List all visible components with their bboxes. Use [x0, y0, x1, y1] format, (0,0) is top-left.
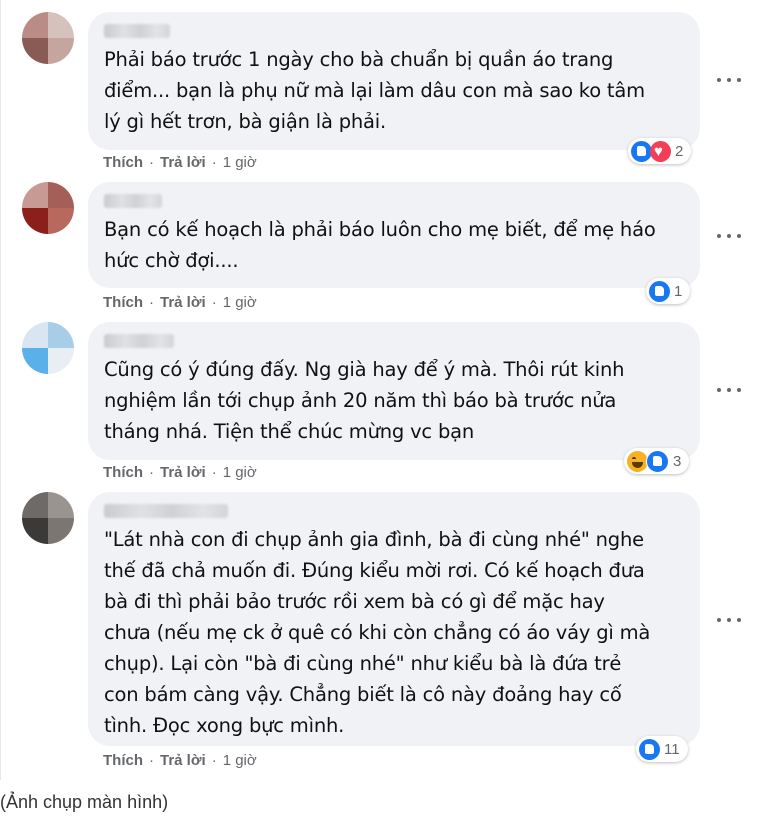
- separator: ·: [149, 294, 154, 311]
- comment-text: Bạn có kế hoạch là phải báo luôn cho mẹ …: [104, 218, 656, 272]
- reply-link[interactable]: Trả lời: [160, 752, 206, 769]
- comment-actions: Thích · Trả lời · 1 giờ: [103, 154, 257, 171]
- reaction-count: 3: [673, 452, 682, 470]
- more-options-icon[interactable]: [717, 382, 741, 398]
- like-icon: [631, 140, 652, 162]
- reaction-summary[interactable]: 2: [628, 138, 692, 164]
- comment-bubble: Phải báo trước 1 ngày cho bà chuẩn bị qu…: [88, 12, 700, 150]
- reply-link[interactable]: Trả lời: [160, 294, 206, 311]
- author-name-blurred[interactable]: [104, 24, 170, 38]
- timestamp[interactable]: 1 giờ: [223, 752, 257, 769]
- author-name-blurred[interactable]: [104, 194, 162, 208]
- more-options-icon[interactable]: [717, 612, 741, 628]
- comment-actions: Thích · Trả lời · 1 giờ: [103, 464, 257, 481]
- comment-text: "Lát nhà con đi chụp ảnh gia đình, bà đi…: [104, 528, 651, 737]
- screenshot-caption: (Ảnh chụp màn hình): [0, 792, 169, 812]
- comment-bubble: Bạn có kế hoạch là phải báo luôn cho mẹ …: [88, 182, 700, 288]
- separator: ·: [211, 752, 217, 769]
- reaction-count: 1: [674, 282, 683, 300]
- like-icon: [649, 280, 670, 302]
- separator: ·: [211, 154, 217, 171]
- more-options-icon[interactable]: [717, 228, 741, 244]
- separator: ·: [211, 294, 217, 311]
- love-icon: [650, 140, 671, 162]
- reply-link[interactable]: Trả lời: [160, 154, 206, 171]
- like-link[interactable]: Thích: [103, 294, 143, 311]
- reaction-count: 2: [675, 142, 684, 160]
- reaction-summary[interactable]: 3: [624, 448, 690, 474]
- haha-icon: [627, 450, 648, 472]
- more-options-icon[interactable]: [717, 72, 741, 88]
- comment-actions: Thích · Trả lời · 1 giờ: [103, 294, 257, 311]
- separator: ·: [211, 464, 217, 481]
- like-link[interactable]: Thích: [103, 752, 143, 769]
- thread-line: [0, 0, 1, 780]
- avatar[interactable]: [22, 182, 74, 234]
- separator: ·: [149, 154, 154, 171]
- comment-bubble: Cũng có ý đúng đấy. Ng già hay để ý mà. …: [88, 322, 700, 460]
- separator: ·: [149, 464, 154, 481]
- timestamp[interactable]: 1 giờ: [223, 294, 257, 311]
- avatar[interactable]: [22, 12, 74, 64]
- comment-text: Cũng có ý đúng đấy. Ng già hay để ý mà. …: [104, 358, 625, 443]
- reaction-summary[interactable]: 1: [646, 278, 691, 304]
- comment-text: Phải báo trước 1 ngày cho bà chuẩn bị qu…: [104, 48, 645, 133]
- author-name-blurred[interactable]: [104, 334, 174, 348]
- separator: ·: [149, 752, 154, 769]
- reply-link[interactable]: Trả lời: [160, 464, 206, 481]
- reaction-summary[interactable]: 11: [636, 736, 688, 762]
- timestamp[interactable]: 1 giờ: [223, 464, 257, 481]
- avatar[interactable]: [22, 322, 74, 374]
- comment-bubble: "Lát nhà con đi chụp ảnh gia đình, bà đi…: [88, 492, 700, 746]
- author-name-blurred[interactable]: [104, 504, 228, 518]
- like-icon: [639, 738, 660, 760]
- avatar[interactable]: [22, 492, 74, 544]
- timestamp[interactable]: 1 giờ: [223, 154, 257, 171]
- like-link[interactable]: Thích: [103, 464, 143, 481]
- comment-actions: Thích · Trả lời · 1 giờ: [103, 752, 257, 769]
- like-link[interactable]: Thích: [103, 154, 143, 171]
- like-icon: [646, 449, 669, 473]
- reaction-count: 11: [664, 740, 680, 758]
